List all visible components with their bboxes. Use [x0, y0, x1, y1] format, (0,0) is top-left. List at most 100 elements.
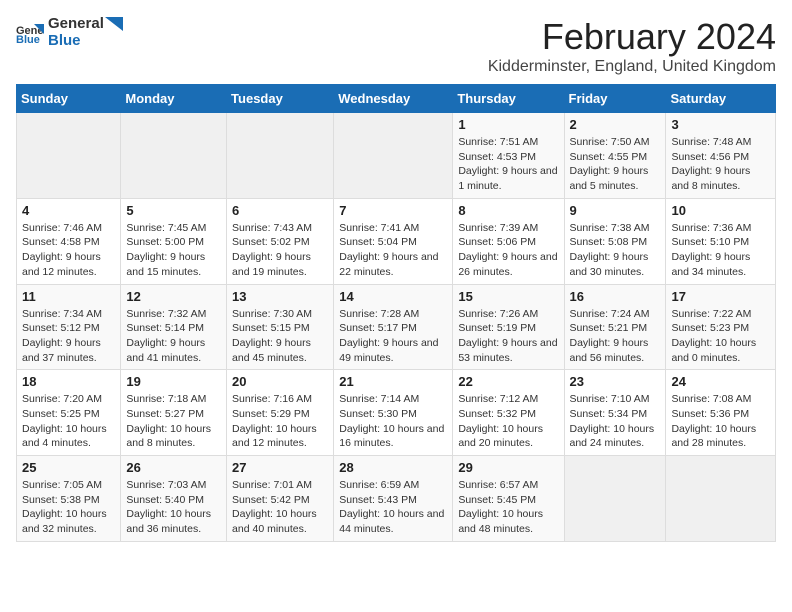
day-number: 17 [671, 289, 770, 304]
day-info: Sunrise: 7:16 AMSunset: 5:29 PMDaylight:… [232, 392, 328, 451]
day-info: Sunrise: 7:08 AMSunset: 5:36 PMDaylight:… [671, 392, 770, 451]
day-info: Sunrise: 6:57 AMSunset: 5:45 PMDaylight:… [458, 478, 558, 537]
day-number: 16 [570, 289, 661, 304]
calendar-cell: 26 Sunrise: 7:03 AMSunset: 5:40 PMDayligh… [121, 456, 227, 542]
col-header-wednesday: Wednesday [334, 85, 453, 113]
day-number: 11 [22, 289, 115, 304]
day-info: Sunrise: 7:30 AMSunset: 5:15 PMDaylight:… [232, 307, 328, 366]
logo: General Blue General Blue [16, 16, 124, 49]
day-number: 29 [458, 460, 558, 475]
col-header-monday: Monday [121, 85, 227, 113]
calendar-cell: 2 Sunrise: 7:50 AMSunset: 4:55 PMDaylight… [564, 113, 666, 199]
header: General Blue General Blue February 2024 … [16, 16, 776, 76]
calendar-cell: 9 Sunrise: 7:38 AMSunset: 5:08 PMDaylight… [564, 198, 666, 284]
day-info: Sunrise: 7:50 AMSunset: 4:55 PMDaylight:… [570, 135, 661, 194]
calendar-cell [564, 456, 666, 542]
page-title: February 2024 [488, 16, 776, 58]
day-number: 3 [671, 117, 770, 132]
day-info: Sunrise: 7:24 AMSunset: 5:21 PMDaylight:… [570, 307, 661, 366]
day-info: Sunrise: 7:18 AMSunset: 5:27 PMDaylight:… [126, 392, 221, 451]
day-number: 28 [339, 460, 447, 475]
day-number: 6 [232, 203, 328, 218]
day-info: Sunrise: 7:39 AMSunset: 5:06 PMDaylight:… [458, 221, 558, 280]
day-info: Sunrise: 7:51 AMSunset: 4:53 PMDaylight:… [458, 135, 558, 194]
calendar-cell: 14 Sunrise: 7:28 AMSunset: 5:17 PMDayligh… [334, 284, 453, 370]
day-info: Sunrise: 7:12 AMSunset: 5:32 PMDaylight:… [458, 392, 558, 451]
week-row-5: 25 Sunrise: 7:05 AMSunset: 5:38 PMDayligh… [17, 456, 776, 542]
calendar-table: SundayMondayTuesdayWednesdayThursdayFrid… [16, 84, 776, 542]
day-info: Sunrise: 7:03 AMSunset: 5:40 PMDaylight:… [126, 478, 221, 537]
calendar-cell: 4Sunrise: 7:46 AMSunset: 4:58 PMDaylight… [17, 198, 121, 284]
logo-general: General [48, 15, 104, 32]
day-info: Sunrise: 7:45 AMSunset: 5:00 PMDaylight:… [126, 221, 221, 280]
day-number: 15 [458, 289, 558, 304]
calendar-cell: 22 Sunrise: 7:12 AMSunset: 5:32 PMDayligh… [453, 370, 564, 456]
calendar-cell: 20Sunrise: 7:16 AMSunset: 5:29 PMDayligh… [227, 370, 334, 456]
day-number: 10 [671, 203, 770, 218]
calendar-cell: 25 Sunrise: 7:05 AMSunset: 5:38 PMDayligh… [17, 456, 121, 542]
col-header-thursday: Thursday [453, 85, 564, 113]
day-info: Sunrise: 7:14 AMSunset: 5:30 PMDaylight:… [339, 392, 447, 451]
day-number: 5 [126, 203, 221, 218]
day-info: Sunrise: 7:48 AMSunset: 4:56 PMDaylight:… [671, 135, 770, 194]
calendar-cell: 1 Sunrise: 7:51 AMSunset: 4:53 PMDaylight… [453, 113, 564, 199]
logo-arrow [105, 17, 123, 31]
calendar-cell: 24 Sunrise: 7:08 AMSunset: 5:36 PMDayligh… [666, 370, 776, 456]
week-row-4: 18Sunrise: 7:20 AMSunset: 5:25 PMDayligh… [17, 370, 776, 456]
calendar-cell: 7Sunrise: 7:41 AMSunset: 5:04 PMDaylight… [334, 198, 453, 284]
day-number: 9 [570, 203, 661, 218]
calendar-cell: 3 Sunrise: 7:48 AMSunset: 4:56 PMDaylight… [666, 113, 776, 199]
day-number: 23 [570, 374, 661, 389]
page-subtitle: Kidderminster, England, United Kingdom [488, 58, 776, 76]
day-info: Sunrise: 7:38 AMSunset: 5:08 PMDaylight:… [570, 221, 661, 280]
calendar-cell: 28Sunrise: 6:59 AMSunset: 5:43 PMDayligh… [334, 456, 453, 542]
calendar-cell [334, 113, 453, 199]
logo-blue: Blue [48, 33, 124, 50]
day-info: Sunrise: 7:05 AMSunset: 5:38 PMDaylight:… [22, 478, 115, 537]
day-number: 1 [458, 117, 558, 132]
calendar-cell: 15Sunrise: 7:26 AMSunset: 5:19 PMDayligh… [453, 284, 564, 370]
day-info: Sunrise: 7:22 AMSunset: 5:23 PMDaylight:… [671, 307, 770, 366]
day-info: Sunrise: 7:01 AMSunset: 5:42 PMDaylight:… [232, 478, 328, 537]
calendar-cell: 10Sunrise: 7:36 AMSunset: 5:10 PMDayligh… [666, 198, 776, 284]
calendar-cell: 19 Sunrise: 7:18 AMSunset: 5:27 PMDayligh… [121, 370, 227, 456]
logo-icon: General Blue [16, 22, 44, 44]
calendar-cell: 16 Sunrise: 7:24 AMSunset: 5:21 PMDayligh… [564, 284, 666, 370]
day-number: 7 [339, 203, 447, 218]
calendar-cell: 29 Sunrise: 6:57 AMSunset: 5:45 PMDayligh… [453, 456, 564, 542]
calendar-cell [666, 456, 776, 542]
day-info: Sunrise: 7:28 AMSunset: 5:17 PMDaylight:… [339, 307, 447, 366]
day-number: 22 [458, 374, 558, 389]
day-number: 4 [22, 203, 115, 218]
week-row-2: 4Sunrise: 7:46 AMSunset: 4:58 PMDaylight… [17, 198, 776, 284]
day-number: 27 [232, 460, 328, 475]
header-row: SundayMondayTuesdayWednesdayThursdayFrid… [17, 85, 776, 113]
day-number: 25 [22, 460, 115, 475]
day-info: Sunrise: 7:10 AMSunset: 5:34 PMDaylight:… [570, 392, 661, 451]
calendar-cell: 13Sunrise: 7:30 AMSunset: 5:15 PMDayligh… [227, 284, 334, 370]
calendar-cell: 21 Sunrise: 7:14 AMSunset: 5:30 PMDayligh… [334, 370, 453, 456]
calendar-cell: 12Sunrise: 7:32 AMSunset: 5:14 PMDayligh… [121, 284, 227, 370]
col-header-sunday: Sunday [17, 85, 121, 113]
title-area: February 2024 Kidderminster, England, Un… [488, 16, 776, 76]
calendar-cell: 6Sunrise: 7:43 AMSunset: 5:02 PMDaylight… [227, 198, 334, 284]
week-row-1: 1 Sunrise: 7:51 AMSunset: 4:53 PMDaylight… [17, 113, 776, 199]
day-info: Sunrise: 7:34 AMSunset: 5:12 PMDaylight:… [22, 307, 115, 366]
svg-text:Blue: Blue [16, 34, 40, 44]
day-number: 21 [339, 374, 447, 389]
day-number: 26 [126, 460, 221, 475]
calendar-cell [17, 113, 121, 199]
day-number: 24 [671, 374, 770, 389]
calendar-cell: 17 Sunrise: 7:22 AMSunset: 5:23 PMDayligh… [666, 284, 776, 370]
col-header-tuesday: Tuesday [227, 85, 334, 113]
calendar-cell [227, 113, 334, 199]
day-number: 2 [570, 117, 661, 132]
day-number: 8 [458, 203, 558, 218]
calendar-cell: 8 Sunrise: 7:39 AMSunset: 5:06 PMDaylight… [453, 198, 564, 284]
calendar-cell: 27 Sunrise: 7:01 AMSunset: 5:42 PMDayligh… [227, 456, 334, 542]
day-number: 12 [126, 289, 221, 304]
calendar-cell: 18Sunrise: 7:20 AMSunset: 5:25 PMDayligh… [17, 370, 121, 456]
day-number: 19 [126, 374, 221, 389]
col-header-saturday: Saturday [666, 85, 776, 113]
day-number: 14 [339, 289, 447, 304]
